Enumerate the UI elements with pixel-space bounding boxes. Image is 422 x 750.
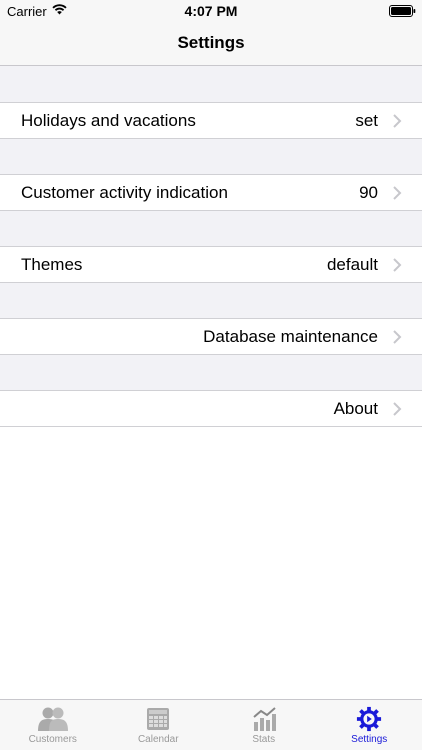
tab-label: Calendar — [137, 734, 179, 745]
section-gap — [0, 283, 422, 318]
battery-icon — [389, 5, 416, 17]
navigation-bar: Settings — [0, 22, 422, 66]
clock: 4:07 PM — [184, 3, 238, 19]
section-gap — [0, 211, 422, 246]
tab-stats[interactable]: Stats — [211, 700, 317, 750]
row-label: Customer activity indication — [21, 182, 228, 202]
section-gap — [0, 67, 422, 102]
tab-settings[interactable]: Settings — [317, 700, 422, 750]
tab-label: Customers — [28, 734, 77, 745]
gear-icon — [357, 706, 382, 732]
chevron-right-icon — [393, 113, 402, 128]
section-gap — [0, 139, 422, 174]
row-label: Themes — [21, 254, 83, 274]
page-title: Settings — [177, 33, 245, 52]
tab-bar: Customers Calendar Stats Settings — [0, 699, 422, 750]
row-value: About — [333, 398, 378, 418]
row-value: default — [326, 254, 378, 274]
tab-calendar[interactable]: Calendar — [106, 700, 212, 750]
themes-row[interactable]: Themes default — [0, 246, 422, 283]
customers-icon — [37, 707, 68, 731]
tab-label: Stats — [252, 734, 276, 745]
chevron-right-icon — [393, 185, 402, 200]
status-bar: Carrier 4:07 PM — [0, 0, 422, 22]
row-value: 90 — [359, 182, 378, 202]
settings-list: Holidays and vacations set Customer acti… — [0, 67, 422, 699]
stats-icon — [253, 707, 276, 731]
holidays-row[interactable]: Holidays and vacations set — [0, 102, 422, 139]
row-label: Holidays and vacations — [21, 110, 196, 130]
calendar-icon — [147, 708, 170, 730]
section-gap — [0, 355, 422, 390]
database-maintenance-row[interactable]: Database maintenance — [0, 318, 422, 355]
row-value: Database maintenance — [203, 326, 378, 346]
about-row[interactable]: About — [0, 390, 422, 427]
chevron-right-icon — [393, 257, 402, 272]
chevron-right-icon — [393, 401, 402, 416]
tab-label: Settings — [351, 734, 388, 745]
customer-activity-row[interactable]: Customer activity indication 90 — [0, 174, 422, 211]
chevron-right-icon — [393, 329, 402, 344]
row-value: set — [355, 110, 378, 130]
tab-customers[interactable]: Customers — [0, 700, 106, 750]
